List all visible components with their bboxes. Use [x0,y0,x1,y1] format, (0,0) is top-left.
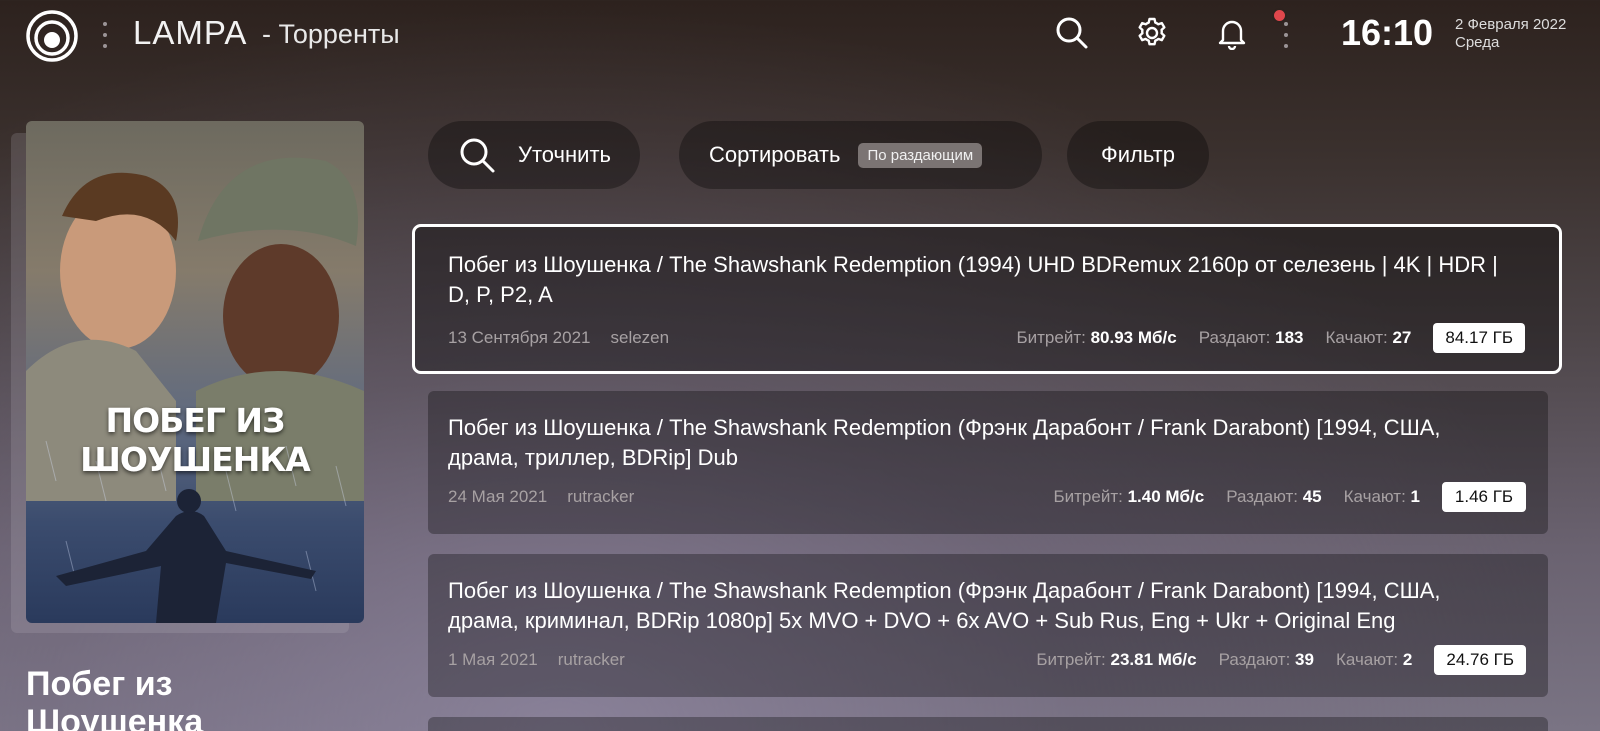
leechers-stat: Качают: 1 [1343,487,1420,506]
sort-label: Сортировать [709,142,841,167]
filter-button[interactable]: Фильтр [1067,121,1209,189]
torrent-source: selezen [610,328,670,347]
torrent-title: Побег из Шоушенка / The Shawshank Redemp… [448,578,1441,633]
seeders-stat: Раздают: 39 [1218,650,1314,669]
sort-value-badge: По раздающим [858,142,983,168]
leechers-stat: Качают: 27 [1325,328,1412,347]
size-badge: 24.76 ГБ [1434,645,1526,675]
app-name: LAMPA [133,14,248,51]
bitrate-stat: Битрейт: 1.40 Мб/с [1053,487,1205,506]
filter-label: Фильтр [1101,142,1175,167]
torrent-item[interactable]: Побег из Шоушенка / The Shawshank Redemp… [428,391,1548,534]
refine-label: Уточнить [518,142,611,167]
torrent-item[interactable]: Побег из Шоушенка / The Shawshank Redemp… [412,224,1562,374]
seeders-stat: Раздают: 183 [1198,328,1304,347]
movie-poster: ПОБЕГ ИЗ ШОУШЕНКА [26,121,364,623]
size-badge: 1.46 ГБ [1442,482,1526,512]
torrent-source: rutracker [557,650,625,669]
gear-icon[interactable] [1133,14,1171,52]
date-block: 2 Февраля 2022 Среда [1455,16,1566,52]
torrent-date: 13 Сентября 2021 [448,328,591,347]
torrent-item[interactable] [428,717,1548,731]
refine-button[interactable]: Уточнить [428,121,640,189]
date-text: 2 Февраля 2022 [1455,16,1567,33]
torrent-meta: 24 Мая 2021 rutracker Битрейт: 1.40 Мб/с… [448,482,1526,512]
torrent-source: rutracker [567,487,635,506]
size-badge: 84.17 ГБ [1433,323,1525,353]
poster-title: ПОБЕГ ИЗ ШОУШЕНКА [80,401,311,479]
search-icon[interactable] [1053,14,1091,52]
bell-icon[interactable] [1213,14,1251,52]
bitrate-stat: Битрейт: 23.81 Мб/с [1036,650,1197,669]
lampa-logo-icon[interactable] [26,10,78,62]
torrent-title: Побег из Шоушенка / The Shawshank Redemp… [448,415,1441,470]
torrent-meta: 13 Сентября 2021 selezen Битрейт: 80.93 … [448,323,1525,353]
torrent-title: Побег из Шоушенка / The Shawshank Redemp… [448,252,1498,307]
menu-dots-icon[interactable] [102,22,108,48]
seeders-stat: Раздают: 45 [1226,487,1322,506]
notification-dot [1272,8,1287,23]
torrent-date: 24 Мая 2021 [448,487,548,506]
page-title: - Торренты [262,19,400,49]
torrent-meta: 1 Мая 2021 rutracker Битрейт: 23.81 Мб/с… [448,645,1526,675]
clock: 16:10 [1341,12,1434,53]
header: LAMPA - Торренты 16:10 2 Февраля 2022 Ср… [0,0,1600,72]
menu-dots-icon[interactable] [1283,22,1289,48]
movie-title: Побег из Шоушенка [26,665,204,731]
torrent-date: 1 Мая 2021 [448,650,538,669]
leechers-stat: Качают: 2 [1335,650,1413,669]
torrent-item[interactable]: Побег из Шоушенка / The Shawshank Redemp… [428,554,1548,697]
search-icon [458,136,496,174]
weekday-text: Среда [1455,34,1500,51]
bitrate-stat: Битрейт: 80.93 Мб/с [1016,328,1177,347]
sort-button[interactable]: Сортировать По раздающим [679,121,1042,189]
